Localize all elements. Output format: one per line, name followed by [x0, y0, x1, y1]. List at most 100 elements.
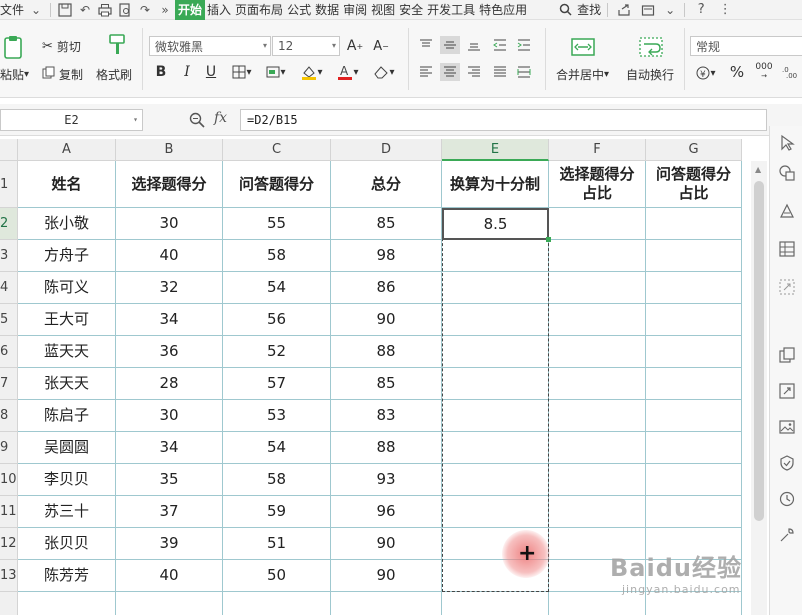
tab-data[interactable]: 数据: [313, 0, 341, 20]
align-bottom-icon[interactable]: [464, 36, 484, 54]
row-header[interactable]: 9: [0, 432, 18, 464]
shield-icon[interactable]: [778, 454, 796, 472]
cell-empty[interactable]: [331, 592, 442, 615]
cell-c[interactable]: 55: [223, 208, 331, 240]
decimal-icon[interactable]: .0.00: [780, 62, 802, 82]
row-header[interactable]: 10: [0, 464, 18, 496]
more-options-icon[interactable]: ⋮: [713, 0, 737, 20]
cell-c[interactable]: 59: [223, 496, 331, 528]
align-left-icon[interactable]: [416, 63, 436, 81]
share-icon[interactable]: [612, 0, 636, 20]
borders-icon[interactable]: ▾: [228, 62, 256, 82]
active-cell[interactable]: 8.5: [442, 208, 549, 240]
cell-e[interactable]: [442, 336, 549, 368]
tab-features[interactable]: 特色应用: [477, 0, 529, 20]
help-icon[interactable]: ?: [689, 0, 713, 20]
cell-g[interactable]: [646, 272, 742, 304]
cell-d[interactable]: 93: [331, 464, 442, 496]
table-icon[interactable]: [778, 240, 796, 258]
row-header[interactable]: 11: [0, 496, 18, 528]
copy-button[interactable]: 复制: [42, 65, 83, 83]
cell-a[interactable]: 陈可义: [18, 272, 116, 304]
cell-b[interactable]: 28: [116, 368, 223, 400]
cell-d[interactable]: 98: [331, 240, 442, 272]
column-header-c[interactable]: C: [223, 139, 331, 161]
history-icon[interactable]: [778, 490, 796, 508]
paste-button[interactable]: 粘贴 ▾: [0, 65, 29, 83]
undo-icon[interactable]: ↶: [75, 0, 95, 20]
bold-button[interactable]: B: [150, 62, 172, 82]
share-arrow-icon[interactable]: [778, 382, 796, 400]
cell-f[interactable]: [549, 336, 646, 368]
cell-b[interactable]: 32: [116, 272, 223, 304]
cell-f[interactable]: [549, 400, 646, 432]
menu-file[interactable]: 文件: [0, 0, 26, 20]
justify-icon[interactable]: [490, 63, 510, 81]
row-header[interactable]: 2: [0, 208, 18, 240]
column-header-a[interactable]: A: [18, 139, 116, 161]
scroll-up-icon[interactable]: ▲: [755, 165, 761, 174]
print-icon[interactable]: [95, 0, 115, 20]
cell-a[interactable]: 吴圆圆: [18, 432, 116, 464]
cell-a[interactable]: 李贝贝: [18, 464, 116, 496]
wrap-text-button[interactable]: 自动换行: [626, 65, 674, 83]
merge-center-icon[interactable]: [570, 34, 596, 60]
column-header-g[interactable]: G: [646, 139, 742, 161]
number-format-select[interactable]: 常规: [690, 36, 802, 56]
cell-b[interactable]: 30: [116, 208, 223, 240]
align-middle-icon[interactable]: [440, 36, 460, 54]
cell-g[interactable]: [646, 208, 742, 240]
cell-f[interactable]: [549, 464, 646, 496]
thousands-separator-button[interactable]: 000 →: [752, 62, 776, 82]
align-center-icon[interactable]: [440, 63, 460, 81]
zoom-lookup-icon[interactable]: [189, 112, 205, 128]
search-icon[interactable]: [555, 0, 575, 20]
header-cell-c[interactable]: 问答题得分: [223, 161, 331, 208]
cell-c[interactable]: 52: [223, 336, 331, 368]
header-cell-f[interactable]: 选择题得分 占比: [549, 161, 646, 208]
underline-button[interactable]: U: [200, 62, 222, 82]
cell-d[interactable]: 88: [331, 336, 442, 368]
insert-function-button[interactable]: fx: [214, 110, 227, 126]
percent-button[interactable]: %: [726, 62, 748, 82]
cell-g[interactable]: [646, 400, 742, 432]
vertical-scrollbar[interactable]: ▲: [751, 161, 767, 615]
cell-f[interactable]: [549, 368, 646, 400]
decrease-font-icon[interactable]: A −: [370, 36, 392, 56]
tab-security[interactable]: 安全: [397, 0, 425, 20]
cell-d[interactable]: 86: [331, 272, 442, 304]
cell-b[interactable]: 40: [116, 560, 223, 592]
account-icon[interactable]: [636, 0, 660, 20]
cell-empty[interactable]: [223, 592, 331, 615]
save-icon[interactable]: [55, 0, 75, 20]
merge-center-button[interactable]: 合并居中 ▾: [556, 65, 609, 83]
tab-home[interactable]: 开始: [175, 0, 206, 20]
cell-c[interactable]: 57: [223, 368, 331, 400]
cell-g[interactable]: [646, 336, 742, 368]
distributed-align-icon[interactable]: [514, 63, 534, 81]
cell-b[interactable]: 34: [116, 432, 223, 464]
header-cell-d[interactable]: 总分: [331, 161, 442, 208]
cell-c[interactable]: 58: [223, 240, 331, 272]
cell-a[interactable]: 陈启子: [18, 400, 116, 432]
cell-e[interactable]: [442, 464, 549, 496]
fill-handle[interactable]: [546, 237, 551, 242]
row-header[interactable]: 3: [0, 240, 18, 272]
cell-style-icon[interactable]: ▾: [262, 62, 290, 82]
cell-d[interactable]: 88: [331, 432, 442, 464]
cell-g[interactable]: [646, 368, 742, 400]
cell-b[interactable]: 35: [116, 464, 223, 496]
row-header[interactable]: 7: [0, 368, 18, 400]
increase-indent-icon[interactable]: [514, 36, 534, 54]
cut-button[interactable]: ✂ 剪切: [42, 37, 81, 55]
increase-font-icon[interactable]: A +: [344, 36, 366, 56]
copy-pages-icon[interactable]: [778, 346, 796, 364]
row-header[interactable]: 5: [0, 304, 18, 336]
column-header-e[interactable]: E: [442, 139, 549, 161]
cell-e[interactable]: [442, 400, 549, 432]
tab-review[interactable]: 审阅: [341, 0, 369, 20]
cell-e[interactable]: [442, 432, 549, 464]
wrap-text-icon[interactable]: [638, 34, 664, 60]
header-cell-e[interactable]: 换算为十分制: [442, 161, 549, 208]
cell-f[interactable]: [549, 304, 646, 336]
